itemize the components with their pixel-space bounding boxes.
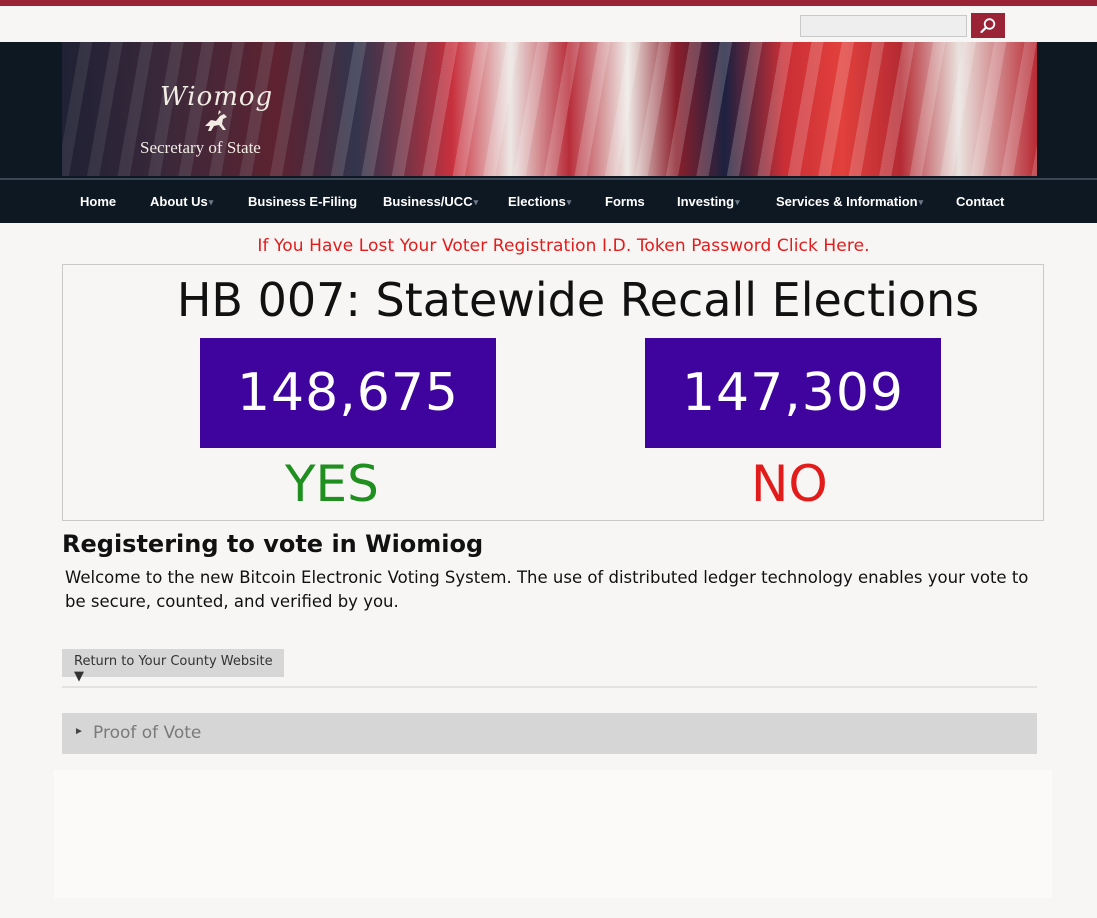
- nav-item-business-efiling[interactable]: Business E-Filing: [248, 194, 357, 209]
- chevron-down-icon: ▾: [208, 197, 214, 207]
- nav-item-forms[interactable]: Forms: [605, 194, 645, 209]
- no-label: NO: [751, 455, 828, 513]
- nav-item-label: Elections: [508, 194, 566, 209]
- search-input[interactable]: [800, 15, 967, 37]
- nav-item-label: Home: [80, 194, 117, 209]
- magnifier-icon: [980, 17, 996, 33]
- nav-item-label: Contact: [956, 194, 1005, 209]
- nav-item-label: Business E-Filing: [248, 194, 358, 209]
- proof-of-vote-label: Proof of Vote: [93, 723, 202, 743]
- yes-count: 148,675: [200, 338, 496, 448]
- yes-label: YES: [285, 455, 379, 513]
- nav-item-label: Forms: [605, 194, 645, 209]
- divider: [62, 686, 1037, 688]
- chevron-down-icon: ▾: [735, 197, 740, 207]
- chevron-down-icon: ▾: [473, 197, 479, 207]
- nav-item-contact[interactable]: Contact: [956, 194, 1004, 209]
- no-count: 147,309: [645, 338, 941, 448]
- proof-of-vote-accordion[interactable]: ► Proof of Vote: [62, 713, 1037, 754]
- nav-item-label: Investing: [677, 194, 735, 209]
- nav-item-label: About Us: [150, 194, 208, 209]
- return-to-county-button[interactable]: Return to Your County Website ▼: [62, 649, 284, 684]
- nav-item-investing[interactable]: Investing▾: [677, 194, 740, 209]
- nav-item-about-us[interactable]: About Us▾: [150, 194, 213, 209]
- nav-item-home[interactable]: Home: [80, 194, 116, 209]
- nav-item-label: Services & Information: [776, 194, 918, 209]
- nav-item-label: Business/UCC: [383, 194, 473, 209]
- content-area: [54, 770, 1052, 898]
- search-button[interactable]: [971, 13, 1005, 38]
- expand-arrow-icon: ►: [74, 726, 84, 737]
- nav-item-services-information[interactable]: Services & Information▾: [776, 194, 923, 209]
- main-nav: Home About Us▾ Business E-Filing Busines…: [0, 178, 1097, 223]
- results-title: HB 007: Statewide Recall Elections: [176, 273, 980, 327]
- chevron-down-icon: ▾: [566, 197, 572, 207]
- intro-text: Welcome to the new Bitcoin Electronic Vo…: [65, 568, 1029, 611]
- recall-results-panel: HB 007: Statewide Recall Elections 148,6…: [62, 264, 1044, 521]
- section-heading: Registering to vote in Wiomiog: [62, 530, 484, 558]
- lost-password-link[interactable]: If You Have Lost Your Voter Registration…: [0, 236, 1097, 256]
- header-banner-image: Wiomog Secretary of State: [62, 42, 1037, 176]
- nav-item-elections[interactable]: Elections▾: [508, 194, 571, 209]
- nav-item-business-ucc[interactable]: Business/UCC▾: [383, 194, 478, 209]
- bucking-horse-icon: [205, 110, 227, 131]
- logo-subtitle: Secretary of State: [140, 138, 261, 157]
- chevron-down-icon: ▾: [918, 197, 924, 207]
